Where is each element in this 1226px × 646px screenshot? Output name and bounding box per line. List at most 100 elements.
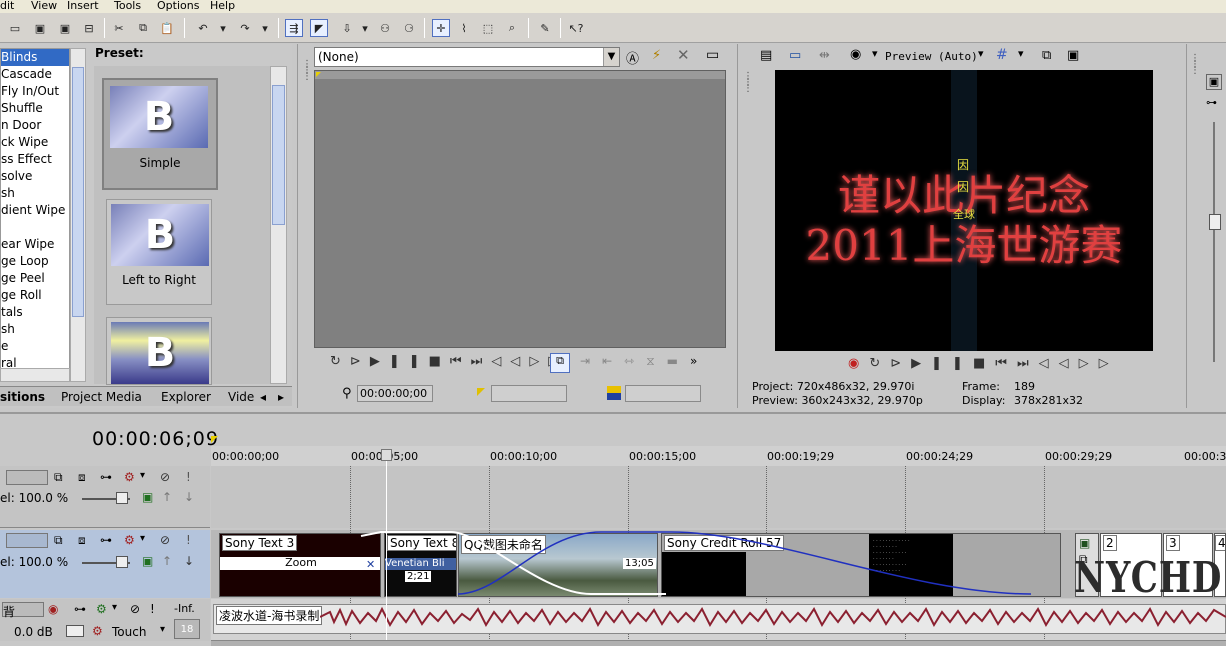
- render-icon[interactable]: ⊟: [80, 19, 98, 37]
- grid-icon[interactable]: ▬: [667, 354, 690, 368]
- tab-video-fx[interactable]: Vide: [228, 390, 254, 404]
- transition-item[interactable]: Shuffle: [1, 100, 69, 117]
- copy-snapshot-icon[interactable]: ⧉: [1042, 48, 1051, 63]
- mark-out-icon[interactable]: ⇿: [624, 354, 646, 368]
- fx-cursor-timecode[interactable]: 00:00:00;00: [357, 385, 433, 402]
- timeline-cursor[interactable]: [386, 450, 387, 640]
- track-motion-icon[interactable]: ⧈: [78, 533, 86, 548]
- bypass-motion-blur-icon[interactable]: ⧉: [54, 470, 63, 485]
- video-track-1-lane[interactable]: [211, 466, 1226, 528]
- panel-grip-icon[interactable]: ⋮ ⋮ ⋮: [1190, 54, 1200, 76]
- loop-icon[interactable]: ↻: [869, 356, 890, 371]
- composite-mode-icon[interactable]: ▣: [142, 490, 153, 504]
- save-snapshot-icon[interactable]: ▣: [1067, 48, 1079, 63]
- parent-down-icon[interactable]: ↓: [184, 554, 194, 568]
- play-icon[interactable]: ▶: [370, 354, 389, 369]
- menu-view[interactable]: View: [31, 0, 57, 11]
- ignore-grouping-icon[interactable]: ⚆: [400, 19, 418, 37]
- tab-explorer[interactable]: Explorer: [161, 390, 211, 404]
- transition-item[interactable]: ear Wipe: [1, 236, 69, 253]
- parent-up-icon[interactable]: ↑: [162, 554, 172, 568]
- cut-icon[interactable]: ✂: [110, 19, 128, 37]
- fx-keyframe-field[interactable]: [491, 385, 567, 402]
- automation-mode[interactable]: Touch: [112, 625, 146, 639]
- whats-this-help-icon[interactable]: ↖?: [567, 19, 585, 37]
- lock-envelopes-icon[interactable]: ⚇: [376, 19, 394, 37]
- next-icon[interactable]: ⏭: [471, 354, 492, 369]
- fx-keyframe-end-field[interactable]: [625, 385, 701, 402]
- solo-icon[interactable]: !: [186, 470, 191, 484]
- master-fader-knob[interactable]: [1209, 214, 1221, 230]
- transition-list[interactable]: Blinds Cascade Fly In/Out Shuffle n Door…: [0, 48, 70, 382]
- keyframe-icon[interactable]: ⧖: [646, 354, 666, 368]
- fast-forward-icon[interactable]: ▷▷: [1079, 356, 1119, 371]
- transition-list-hscrollbar[interactable]: [0, 368, 70, 382]
- delete-preset-icon[interactable]: ✕: [677, 46, 690, 64]
- mark-in-icon[interactable]: ⇤: [602, 354, 624, 368]
- snapping-dropdown-icon[interactable]: ▾: [356, 19, 374, 37]
- preset-simple[interactable]: B Simple: [102, 78, 218, 190]
- track-fx-icon[interactable]: ⚙: [124, 533, 135, 547]
- monitor-icon[interactable]: ▭: [706, 47, 719, 63]
- fx-preset-dropdown[interactable]: (None) ▼: [314, 47, 620, 67]
- rewind-icon[interactable]: ◁◁: [491, 354, 529, 369]
- external-monitor-icon[interactable]: ▭: [789, 48, 801, 63]
- transition-item[interactable]: sh: [1, 185, 69, 202]
- audio-track-header[interactable]: 背 ◉ ⊶ ⚙ ▾ ⊘ ! -Inf. 0.0 dB ⚙ Touch ▾ 18: [0, 599, 210, 641]
- overlay-icon[interactable]: ◉: [850, 47, 861, 62]
- undo-dropdown-icon[interactable]: ▾: [214, 19, 232, 37]
- preset-scrollbar[interactable]: [270, 66, 287, 384]
- timeline-hscrollbar[interactable]: [211, 640, 1226, 646]
- next-icon[interactable]: ⏭: [1017, 356, 1039, 371]
- transition-list-scrollbar[interactable]: [70, 48, 86, 382]
- undo-icon[interactable]: ↶: [194, 19, 212, 37]
- panel-grip-icon[interactable]: ⋮ ⋮ ⋮: [743, 72, 753, 94]
- transition-item[interactable]: Blinds: [1, 49, 69, 66]
- overlay-dropdown-icon[interactable]: ▾: [872, 47, 878, 60]
- invert-phase-icon[interactable]: ⊶: [74, 602, 86, 616]
- level-slider-knob[interactable]: [116, 492, 128, 504]
- transition-item[interactable]: Fly In/Out: [1, 83, 69, 100]
- transition-item[interactable]: ss Effect: [1, 151, 69, 168]
- selection-edit-tool-icon[interactable]: ⬚: [479, 19, 497, 37]
- compositing-icon[interactable]: ⊶: [100, 533, 112, 547]
- play-icon[interactable]: ▶: [911, 356, 931, 371]
- preset-third[interactable]: B: [106, 317, 212, 385]
- transition-item[interactable]: ge Loop: [1, 253, 69, 270]
- preview-properties-icon[interactable]: ▤: [760, 48, 772, 63]
- transition-item[interactable]: dient Wipe: [1, 202, 69, 219]
- cursor-handle-icon[interactable]: [381, 449, 392, 461]
- menu-edit[interactable]: dit: [0, 0, 14, 11]
- save-as-icon[interactable]: ▣: [56, 19, 74, 37]
- zoom-edit-tool-icon[interactable]: ⌕: [503, 19, 521, 37]
- transition-item[interactable]: Cascade: [1, 66, 69, 83]
- video-track-2-header[interactable]: ⧉ ⧈ ⊶ ⚙ ▾ ⊘ ! el: 100.0 % ▣ ↑ ↓: [0, 530, 210, 598]
- volume-knob[interactable]: [66, 625, 84, 637]
- mixer-route-icon[interactable]: ⊶: [1206, 96, 1217, 109]
- bypass-motion-blur-icon[interactable]: ⧉: [54, 533, 63, 548]
- track-fx-dropdown-icon[interactable]: ▾: [140, 470, 145, 481]
- menu-insert[interactable]: Insert: [67, 0, 99, 11]
- menu-help[interactable]: Help: [210, 0, 235, 11]
- transition-item[interactable]: solve: [1, 168, 69, 185]
- tab-transitions[interactable]: sitions: [0, 390, 45, 404]
- transition-item[interactable]: e: [1, 338, 69, 355]
- paste-icon[interactable]: 📋: [158, 19, 176, 37]
- envelope-edit-tool-icon[interactable]: ⌇: [455, 19, 473, 37]
- auto-crossfade-icon[interactable]: ◤: [310, 19, 328, 37]
- parent-down-icon[interactable]: ↓: [184, 490, 194, 504]
- redo-dropdown-icon[interactable]: ▾: [256, 19, 274, 37]
- transition-item[interactable]: sh: [1, 321, 69, 338]
- automation-icon[interactable]: ⚙: [92, 624, 103, 638]
- transition-item[interactable]: ge Roll: [1, 287, 69, 304]
- solo-icon[interactable]: !: [150, 602, 155, 616]
- mute-icon[interactable]: ⊘: [160, 470, 170, 484]
- copy-icon[interactable]: ⧉: [134, 19, 152, 37]
- new-icon[interactable]: ▭: [6, 19, 24, 37]
- preset-left-to-right[interactable]: B Left to Right: [106, 199, 212, 305]
- auto-ripple-icon[interactable]: ⇶: [285, 19, 303, 37]
- mixer-properties-icon[interactable]: ▣: [1206, 74, 1222, 90]
- tab-project-media[interactable]: Project Media: [61, 390, 142, 404]
- track-fx-dropdown-icon[interactable]: ▾: [140, 533, 145, 544]
- prev-icon[interactable]: ⏮: [450, 354, 471, 369]
